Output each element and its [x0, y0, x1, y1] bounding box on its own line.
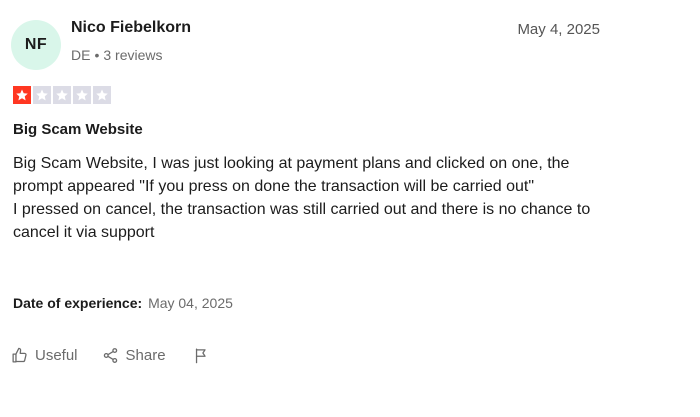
review-date: May 4, 2025 — [517, 21, 600, 38]
star-empty — [73, 86, 91, 104]
star-empty — [33, 86, 51, 104]
star-rating — [13, 86, 111, 104]
star-empty — [53, 86, 71, 104]
reviewer-meta: DE • 3 reviews — [71, 47, 163, 63]
star-filled — [13, 86, 31, 104]
experience-date: May 04, 2025 — [148, 295, 233, 311]
star-empty — [93, 86, 111, 104]
flag-icon — [195, 348, 206, 364]
date-of-experience: Date of experience: May 04, 2025 — [13, 295, 233, 311]
review-body-paragraph: I pressed on cancel, the transaction was… — [13, 201, 591, 241]
useful-label: Useful — [35, 347, 78, 364]
reviewer-name[interactable]: Nico Fiebelkorn — [71, 19, 191, 37]
avatar[interactable]: NF — [11, 20, 61, 70]
review-body: Big Scam Website, I was just looking at … — [13, 152, 603, 244]
star-icon — [96, 89, 108, 101]
thumbs-up-icon — [12, 347, 27, 363]
review-title[interactable]: Big Scam Website — [13, 121, 143, 138]
useful-button[interactable]: Useful — [11, 347, 78, 364]
star-icon — [76, 89, 88, 101]
star-icon — [36, 89, 48, 101]
reviewer-review-count: 3 reviews — [103, 47, 163, 63]
star-icon — [16, 89, 28, 101]
meta-separator: • — [94, 47, 100, 63]
share-icon — [103, 348, 117, 363]
reviewer-country: DE — [71, 47, 91, 63]
star-icon — [56, 89, 68, 101]
share-button[interactable]: Share — [102, 347, 166, 364]
review-actions: Useful Share — [11, 347, 210, 364]
experience-label: Date of experience: — [13, 295, 143, 311]
share-label: Share — [125, 347, 166, 364]
review-card: NF Nico Fiebelkorn DE • 3 reviews May 4, 2… — [0, 0, 700, 417]
review-body-paragraph: Big Scam Website, I was just looking at … — [13, 155, 570, 195]
report-button[interactable] — [193, 347, 210, 364]
